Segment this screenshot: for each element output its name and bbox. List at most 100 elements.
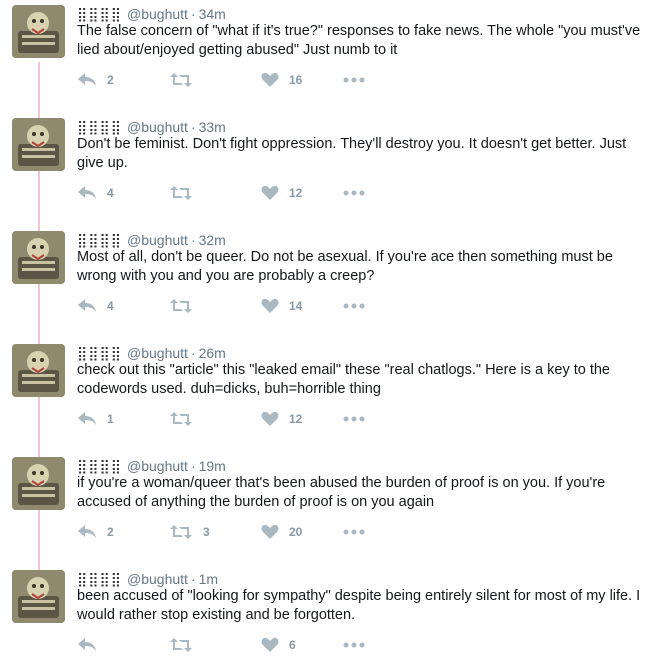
tweet[interactable]: ⣿⣿⣿⣿ @bughutt · 33m Don't be feminist. Don'… [0, 113, 659, 226]
retweet-button[interactable] [169, 296, 203, 316]
retweet-icon [169, 637, 193, 653]
retweet-button[interactable] [169, 183, 203, 203]
tweet-text: check out this "article" this "leaked em… [77, 362, 610, 397]
more-icon [343, 190, 365, 196]
display-name[interactable]: ⣿⣿⣿⣿ [77, 572, 122, 588]
separator-dot: · [190, 345, 196, 361]
reply-button[interactable]: 2 [77, 522, 114, 542]
display-name[interactable]: ⣿⣿⣿⣿ [77, 459, 122, 475]
reply-icon [77, 637, 97, 653]
reply-icon [77, 411, 97, 427]
tweet-actions: 4 14 [77, 296, 637, 316]
retweet-icon [169, 298, 193, 314]
tweet-thread: ⣿⣿⣿⣿ @bughutt · 34m The false concern of "w… [0, 0, 659, 664]
tweet-text: if you're a woman/queer that's been abus… [77, 475, 606, 510]
avatar[interactable] [12, 344, 65, 397]
retweet-button[interactable]: 3 [169, 522, 210, 542]
user-handle[interactable]: @bughutt [127, 6, 188, 22]
separator-dot: · [190, 119, 196, 135]
reply-icon [77, 72, 97, 88]
like-button[interactable]: 6 [261, 635, 296, 655]
timestamp[interactable]: 34m [199, 6, 226, 22]
tweet-actions: 2 3 20 [77, 522, 637, 542]
reply-button[interactable]: 4 [77, 296, 114, 316]
tweet[interactable]: ⣿⣿⣿⣿ @bughutt · 32m Most of all, don't be q… [0, 226, 659, 339]
retweet-icon [169, 185, 193, 201]
user-handle[interactable]: @bughutt [127, 232, 188, 248]
reply-button[interactable]: 4 [77, 183, 114, 203]
avatar[interactable] [12, 118, 65, 171]
retweet-icon [169, 411, 193, 427]
tweet-actions: 1 12 [77, 409, 637, 429]
like-count: 12 [289, 186, 303, 200]
tweet-text: Most of all, don't be queer. Do not be a… [77, 249, 613, 284]
avatar[interactable] [12, 457, 65, 510]
tweet[interactable]: ⣿⣿⣿⣿ @bughutt · 26m check out this "article… [0, 339, 659, 452]
tweet[interactable]: ⣿⣿⣿⣿ @bughutt · 1m been accused of "looking… [0, 565, 659, 664]
tweet-text: been accused of "looking for sympathy" d… [77, 588, 641, 623]
retweet-button[interactable] [169, 635, 203, 655]
reply-icon [77, 524, 97, 540]
user-handle[interactable]: @bughutt [127, 458, 188, 474]
heart-icon [261, 72, 279, 88]
more-button[interactable] [343, 183, 365, 203]
reply-button[interactable]: 1 [77, 409, 114, 429]
user-handle[interactable]: @bughutt [127, 345, 188, 361]
more-button[interactable] [343, 522, 365, 542]
reply-button[interactable]: 2 [77, 70, 114, 90]
reply-count: 2 [107, 73, 114, 87]
reply-count: 4 [107, 299, 114, 313]
reply-count: 4 [107, 186, 114, 200]
more-button[interactable] [343, 409, 365, 429]
more-button[interactable] [343, 635, 365, 655]
display-name[interactable]: ⣿⣿⣿⣿ [77, 346, 122, 362]
more-icon [343, 303, 365, 309]
tweet-actions: 6 [77, 635, 637, 655]
tweet[interactable]: ⣿⣿⣿⣿ @bughutt · 34m The false concern of "w… [0, 0, 659, 113]
more-icon [343, 529, 365, 535]
retweet-button[interactable] [169, 409, 203, 429]
timestamp[interactable]: 1m [199, 571, 218, 587]
like-button[interactable]: 12 [261, 183, 302, 203]
tweet-actions: 4 12 [77, 183, 637, 203]
like-button[interactable]: 12 [261, 409, 302, 429]
like-button[interactable]: 14 [261, 296, 302, 316]
like-button[interactable]: 20 [261, 522, 302, 542]
avatar[interactable] [12, 231, 65, 284]
separator-dot: · [190, 458, 196, 474]
more-button[interactable] [343, 296, 365, 316]
tweet-text: The false concern of "what if it's true?… [77, 23, 641, 58]
user-handle[interactable]: @bughutt [127, 571, 188, 587]
heart-icon [261, 298, 279, 314]
like-count: 6 [289, 638, 296, 652]
avatar[interactable] [12, 5, 65, 58]
like-button[interactable]: 16 [261, 70, 302, 90]
timestamp[interactable]: 32m [199, 232, 226, 248]
like-count: 12 [289, 412, 303, 426]
separator-dot: · [190, 6, 196, 22]
heart-icon [261, 185, 279, 201]
user-handle[interactable]: @bughutt [127, 119, 188, 135]
display-name[interactable]: ⣿⣿⣿⣿ [77, 233, 122, 249]
reply-count: 1 [107, 412, 114, 426]
reply-icon [77, 185, 97, 201]
like-count: 14 [289, 299, 303, 313]
retweet-icon [169, 524, 193, 540]
more-button[interactable] [343, 70, 365, 90]
display-name[interactable]: ⣿⣿⣿⣿ [77, 7, 122, 23]
tweet[interactable]: ⣿⣿⣿⣿ @bughutt · 19m if you're a woman/queer… [0, 452, 659, 565]
avatar[interactable] [12, 570, 65, 623]
display-name[interactable]: ⣿⣿⣿⣿ [77, 120, 122, 136]
timestamp[interactable]: 19m [199, 458, 226, 474]
reply-count: 2 [107, 525, 114, 539]
heart-icon [261, 411, 279, 427]
reply-button[interactable] [77, 635, 107, 655]
like-count: 16 [289, 73, 303, 87]
timestamp[interactable]: 33m [199, 119, 226, 135]
heart-icon [261, 637, 279, 653]
more-icon [343, 642, 365, 648]
tweet-actions: 2 16 [77, 70, 637, 90]
retweet-count: 3 [203, 525, 210, 539]
retweet-button[interactable] [169, 70, 203, 90]
timestamp[interactable]: 26m [199, 345, 226, 361]
